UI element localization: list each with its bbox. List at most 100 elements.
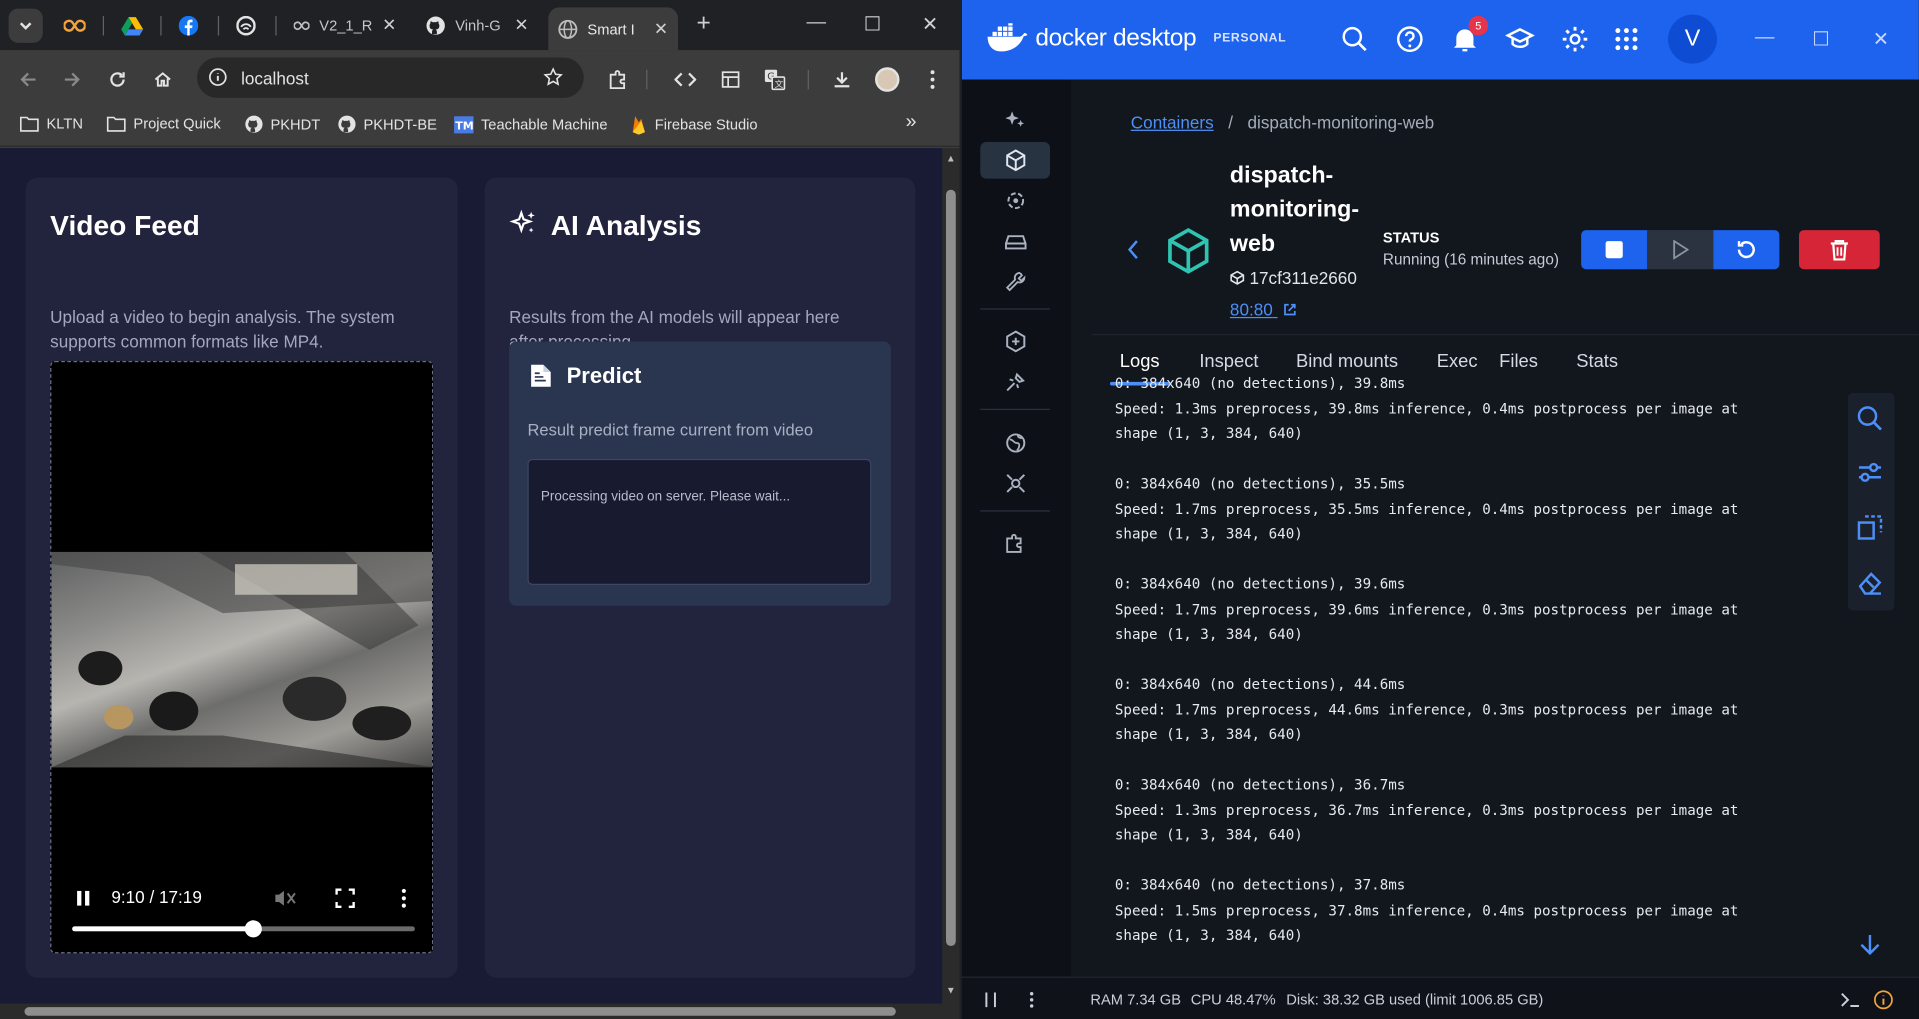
video-seek-bar[interactable] — [72, 920, 415, 938]
user-avatar[interactable]: V — [1668, 14, 1717, 64]
scroll-down-icon[interactable]: ▼ — [946, 985, 956, 996]
container-id[interactable]: 17cf311e2660 — [1230, 268, 1367, 288]
tab-strip: V2_1_R ✕ Vinh-G ✕ Smart I ✕ + — ☐ ✕ — [0, 0, 960, 51]
filter-logs-button[interactable] — [1849, 452, 1891, 494]
side-panel-button[interactable] — [716, 65, 745, 94]
restart-button[interactable] — [1713, 230, 1780, 270]
maximize-button[interactable]: ☐ — [854, 12, 891, 36]
menu-button[interactable] — [918, 65, 947, 94]
sidebar-item-builds[interactable] — [980, 263, 1050, 300]
tab-search-button[interactable] — [8, 8, 43, 43]
clear-logs-button[interactable] — [1849, 562, 1891, 604]
devtools-button[interactable] — [671, 65, 700, 94]
copy-logs-button[interactable] — [1849, 507, 1891, 549]
mute-icon[interactable] — [274, 888, 296, 908]
scrollbar-thumb[interactable] — [24, 1007, 896, 1016]
learning-center-icon[interactable] — [1505, 24, 1535, 53]
sidebar-item-mcp[interactable] — [980, 465, 1050, 502]
tab-infinity[interactable] — [54, 7, 101, 42]
close-window-button[interactable]: ✕ — [912, 12, 949, 36]
tab-bind-mounts[interactable]: Bind mounts — [1296, 351, 1398, 372]
more-bookmarks-button[interactable]: » — [906, 111, 917, 133]
reload-button[interactable] — [103, 65, 132, 94]
bookmark-pkhdt[interactable]: PKHDT — [245, 115, 320, 133]
tab-stats[interactable]: Stats — [1576, 351, 1618, 372]
tab-facebook[interactable] — [169, 7, 216, 42]
horizontal-scrollbar[interactable] — [0, 1003, 960, 1019]
back-chevron-icon[interactable] — [1126, 239, 1141, 261]
start-button[interactable] — [1647, 230, 1714, 270]
terminal-icon[interactable] — [1841, 991, 1861, 1008]
minimize-button[interactable]: — — [1750, 27, 1779, 49]
download-button[interactable] — [827, 65, 856, 94]
close-tab-icon[interactable]: ✕ — [382, 15, 396, 36]
back-button[interactable] — [13, 65, 42, 94]
sidebar-item-images[interactable] — [980, 182, 1050, 219]
scroll-up-icon[interactable]: ▲ — [946, 153, 956, 164]
port-link[interactable]: 80:80 — [1230, 300, 1297, 319]
close-tab-icon[interactable]: ✕ — [514, 15, 528, 36]
search-icon — [1857, 406, 1882, 431]
address-bar[interactable]: localhost — [197, 57, 584, 98]
info-icon[interactable] — [208, 67, 228, 87]
tab-circle-logo[interactable] — [226, 7, 273, 42]
tab-google-drive[interactable] — [111, 7, 158, 42]
translate-button[interactable]: G文 — [760, 65, 789, 94]
tab-smart-active[interactable]: Smart I ✕ — [548, 7, 678, 51]
bookmark-firebase-studio[interactable]: Firebase Studio — [630, 115, 758, 135]
scout-icon — [1005, 372, 1025, 392]
bookmark-teachable-machine[interactable]: TM Teachable Machine — [454, 115, 608, 135]
gear-icon[interactable] — [1560, 24, 1589, 53]
bookmark-pkhdt-be[interactable]: PKHDT-BE — [338, 115, 437, 133]
sidebar-item-ask-gordon[interactable] — [980, 102, 1050, 139]
restart-icon — [1737, 241, 1755, 259]
search-logs-button[interactable] — [1849, 398, 1891, 440]
sidebar-item-extensions[interactable] — [980, 525, 1050, 562]
sidebar-item-containers[interactable] — [980, 141, 1051, 179]
bookmark-project-quick[interactable]: Project Quick — [106, 115, 221, 132]
bookmark-kltn[interactable]: KLTN — [20, 115, 83, 132]
tab-logs[interactable]: Logs — [1110, 351, 1169, 386]
stop-button[interactable] — [1581, 230, 1648, 270]
sidebar-item-models[interactable] — [980, 425, 1050, 462]
delete-button[interactable] — [1798, 230, 1880, 270]
info-icon[interactable] — [1874, 990, 1894, 1010]
facebook-icon — [178, 15, 199, 35]
kebab-menu-icon[interactable] — [1029, 991, 1034, 1008]
log-output[interactable]: 0: 384x640 (no detections), 39.8ms Speed:… — [1115, 371, 1825, 946]
pause-icon[interactable] — [76, 890, 91, 907]
log-line: 0: 384x640 (no detections), 44.6ms — [1114, 675, 1406, 693]
tab-exec[interactable]: Exec — [1437, 351, 1478, 372]
scroll-to-bottom-button[interactable] — [1849, 924, 1891, 966]
video-player[interactable]: 9:10 / 17:19 — [50, 361, 434, 954]
sidebar-item-docker-hub[interactable] — [980, 323, 1050, 360]
tab-files[interactable]: Files — [1499, 351, 1538, 372]
tab-github[interactable]: Vinh-G ✕ — [416, 7, 538, 42]
breadcrumb-containers-link[interactable]: Containers — [1131, 113, 1214, 133]
scrollbar-thumb[interactable] — [945, 189, 956, 946]
forward-button[interactable] — [58, 65, 87, 94]
github-icon — [245, 115, 263, 133]
profile-button[interactable] — [873, 65, 902, 94]
more-options-icon[interactable] — [401, 888, 406, 908]
maximize-button[interactable]: ☐ — [1806, 27, 1835, 51]
close-window-button[interactable]: ✕ — [1866, 27, 1895, 51]
minimize-button[interactable]: — — [798, 12, 835, 34]
close-tab-icon[interactable]: ✕ — [654, 18, 668, 39]
new-tab-button[interactable]: + — [685, 10, 722, 38]
tab-v2[interactable]: V2_1_R ✕ — [284, 7, 406, 42]
circle-logo-icon — [236, 15, 256, 35]
home-button[interactable] — [148, 65, 177, 94]
sidebar-item-scout[interactable] — [980, 363, 1050, 400]
seek-handle[interactable] — [244, 920, 262, 938]
help-icon[interactable] — [1395, 24, 1424, 53]
extensions-button[interactable] — [603, 65, 632, 94]
apps-grid-icon[interactable] — [1612, 24, 1641, 53]
tab-inspect[interactable]: Inspect — [1199, 351, 1258, 372]
sidebar-toggle-icon[interactable] — [984, 991, 999, 1008]
vertical-scrollbar[interactable]: ▲ ▼ — [942, 148, 960, 1004]
fullscreen-icon[interactable] — [335, 888, 355, 909]
star-icon[interactable] — [543, 67, 563, 87]
search-icon[interactable] — [1340, 24, 1369, 53]
sidebar-item-volumes[interactable] — [980, 223, 1050, 260]
